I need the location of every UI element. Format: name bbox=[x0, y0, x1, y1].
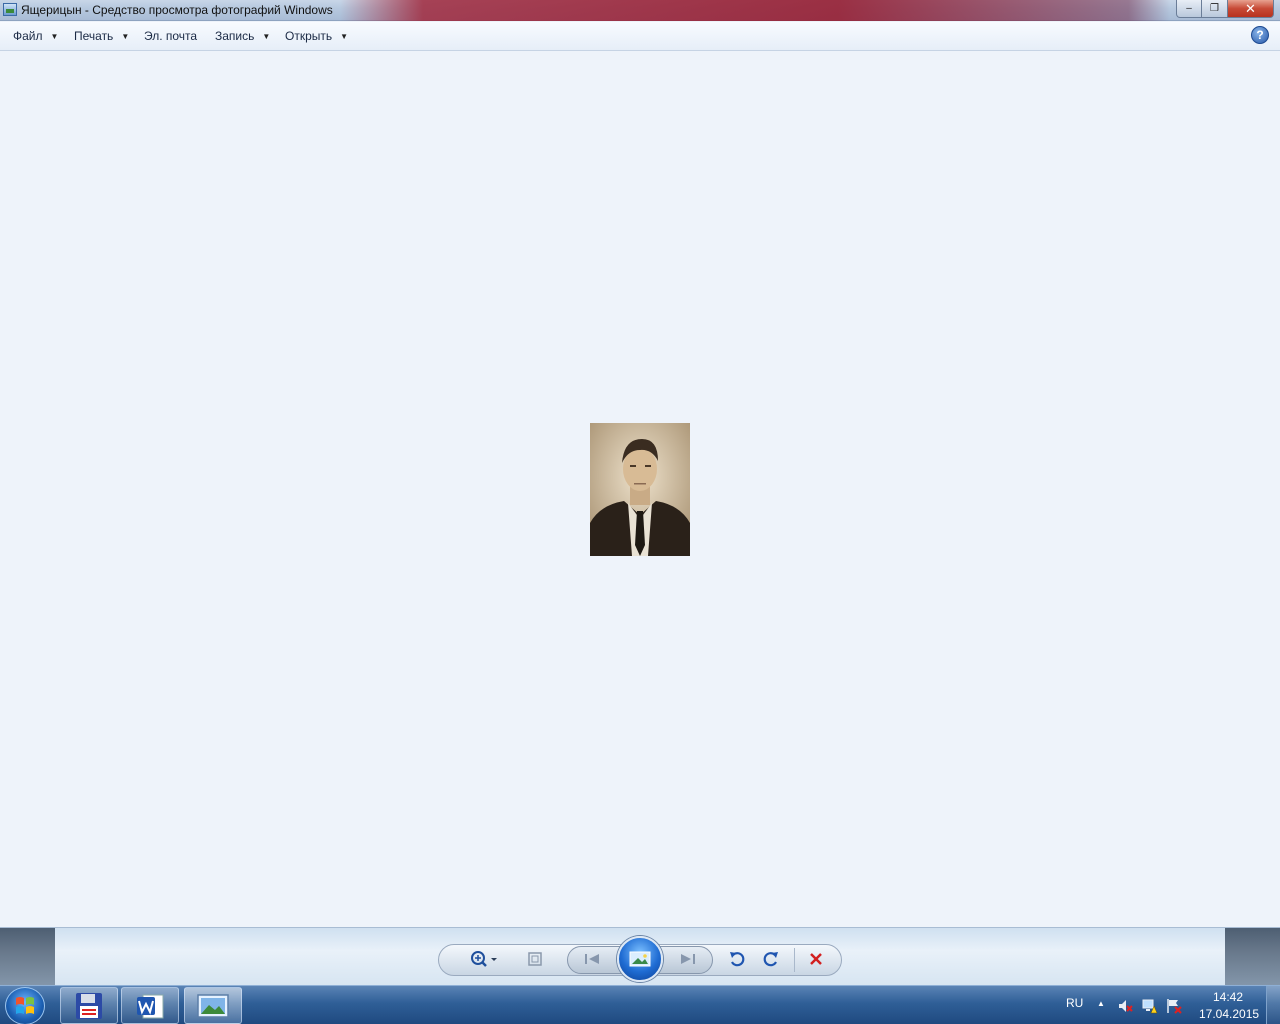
maximize-button[interactable]: ❐ bbox=[1202, 0, 1228, 18]
window-title: Ящерицын - Средство просмотра фотографий… bbox=[21, 3, 333, 17]
taskbar-save-app[interactable] bbox=[60, 987, 118, 1024]
rotate-right-button[interactable] bbox=[759, 948, 783, 970]
chevron-down-icon: ▼ bbox=[121, 32, 130, 41]
photo-viewer-icon bbox=[3, 3, 17, 16]
language-indicator[interactable]: RU bbox=[1066, 996, 1083, 1010]
clock-date[interactable]: 17.04.2015 bbox=[1199, 1007, 1259, 1021]
bar-shadow-left bbox=[0, 928, 55, 986]
chevron-down-icon: ▼ bbox=[340, 32, 349, 41]
menu-open-label: Открыть bbox=[285, 29, 333, 43]
action-center-flag-icon[interactable] bbox=[1166, 998, 1182, 1014]
portrait-photo bbox=[590, 423, 690, 556]
menu-print-label: Печать bbox=[74, 29, 114, 43]
bar-shadow-right bbox=[1225, 928, 1280, 986]
network-warning-icon[interactable] bbox=[1142, 998, 1158, 1014]
window-controls: – ❐ ✕ bbox=[1176, 0, 1274, 18]
next-icon bbox=[681, 954, 695, 964]
taskbar-word-app[interactable] bbox=[121, 987, 179, 1024]
chevron-down-icon: ▼ bbox=[50, 32, 59, 41]
taskbar: RU ▲ 14:42 17.04.2015 bbox=[0, 985, 1280, 1024]
fit-window-icon bbox=[528, 952, 542, 966]
menu-bar: Файл ▼ Печать ▼ Эл. почта Запись ▼ Открыть ▼… bbox=[0, 22, 1280, 51]
word-icon bbox=[137, 994, 164, 1018]
show-desktop-button[interactable] bbox=[1266, 986, 1280, 1024]
rotate-left-button[interactable] bbox=[725, 948, 749, 970]
menu-file[interactable]: Файл ▼ bbox=[13, 29, 58, 43]
menu-email[interactable]: Эл. почта bbox=[144, 29, 197, 43]
fit-window-button[interactable] bbox=[523, 948, 547, 970]
help-button[interactable]: ? bbox=[1251, 26, 1269, 44]
viewer-control-bar bbox=[0, 927, 1280, 986]
chevron-down-icon: ▼ bbox=[262, 32, 271, 41]
menu-file-label: Файл bbox=[13, 29, 43, 43]
photo-viewer-icon bbox=[197, 993, 229, 1018]
menu-print[interactable]: Печать ▼ bbox=[74, 29, 129, 43]
menu-burn[interactable]: Запись ▼ bbox=[215, 29, 270, 43]
slideshow-icon bbox=[629, 951, 651, 967]
previous-button[interactable] bbox=[580, 948, 604, 970]
zoom-icon bbox=[471, 951, 497, 967]
taskbar-photo-viewer-app[interactable] bbox=[184, 987, 242, 1024]
image-viewer-area[interactable] bbox=[0, 52, 1280, 927]
floppy-disk-icon bbox=[76, 992, 102, 1019]
rotate-right-icon bbox=[763, 952, 778, 967]
speaker-muted-icon[interactable] bbox=[1117, 998, 1133, 1014]
title-bar[interactable]: Ящерицын - Средство просмотра фотографий… bbox=[0, 0, 1280, 21]
slideshow-button[interactable] bbox=[617, 936, 663, 982]
start-button[interactable] bbox=[5, 987, 45, 1024]
next-button[interactable] bbox=[676, 948, 700, 970]
menu-email-label: Эл. почта bbox=[144, 29, 198, 43]
portrait-image bbox=[590, 423, 690, 556]
tray-expand-icon[interactable]: ▲ bbox=[1097, 999, 1105, 1008]
control-separator bbox=[794, 948, 795, 972]
close-button[interactable]: ✕ bbox=[1228, 0, 1274, 18]
zoom-button[interactable] bbox=[466, 948, 500, 970]
title-bar-tint bbox=[340, 0, 1170, 21]
rotate-left-icon bbox=[730, 952, 745, 967]
minimize-button[interactable]: – bbox=[1176, 0, 1202, 18]
delete-icon bbox=[810, 953, 822, 965]
menu-burn-label: Запись bbox=[215, 29, 255, 43]
clock-time[interactable]: 14:42 bbox=[1213, 990, 1243, 1004]
windows-logo-icon bbox=[16, 997, 34, 1014]
delete-button[interactable] bbox=[804, 948, 828, 970]
menu-open[interactable]: Открыть ▼ bbox=[285, 29, 348, 43]
previous-icon bbox=[585, 954, 599, 964]
